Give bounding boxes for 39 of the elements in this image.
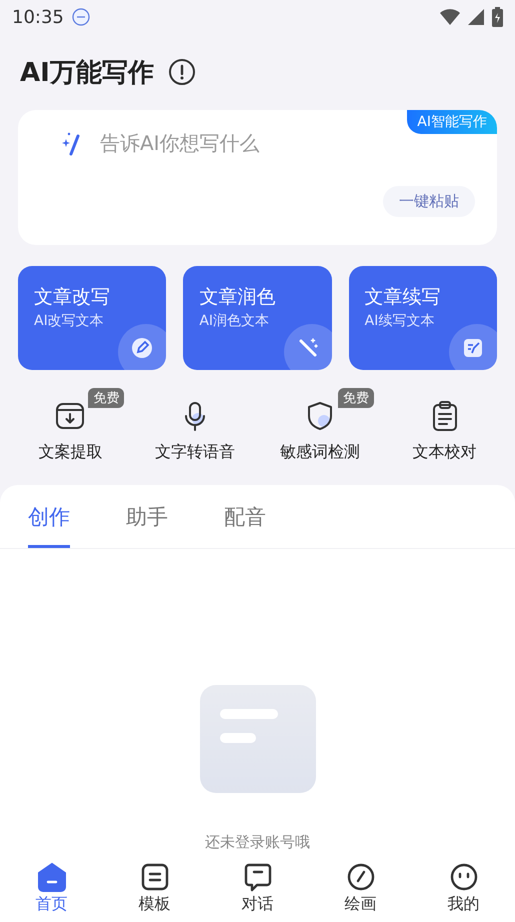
smiley-icon — [448, 862, 478, 892]
home-icon — [36, 862, 68, 892]
tool-button[interactable]: 文本校对 — [382, 392, 507, 463]
feature-card[interactable]: 文章改写 AI改写文本 — [18, 266, 166, 370]
feature-title: 文章润色 — [199, 285, 276, 310]
nav-item[interactable]: 绘画 — [309, 856, 412, 922]
wifi-icon — [440, 9, 460, 25]
feature-title: 文章续写 — [364, 285, 442, 310]
page-title: AI万能写作 — [20, 56, 154, 90]
tab[interactable]: 配音 — [224, 503, 266, 548]
app-notification-icon — [72, 8, 90, 26]
feature-title: 文章改写 — [34, 285, 111, 310]
feature-subtitle: AI续写文本 — [364, 312, 436, 330]
tool-button[interactable]: 文字转语音 — [132, 392, 258, 463]
pencil-circle-icon — [130, 336, 154, 360]
ai-writing-badge: AI智能写作 — [407, 110, 497, 134]
nav-item[interactable]: 我的 — [412, 856, 515, 922]
document-icon — [140, 862, 170, 892]
feature-card[interactable]: 文章润色 AI润色文本 — [183, 266, 332, 370]
download-box-icon — [54, 400, 86, 432]
nav-item[interactable]: 首页 — [0, 856, 103, 922]
info-icon[interactable] — [168, 58, 196, 86]
feature-card[interactable]: 文章续写 AI续写文本 — [348, 266, 497, 370]
status-time: 10:35 — [12, 6, 64, 28]
battery-icon — [492, 7, 503, 27]
empty-document-icon — [200, 685, 316, 793]
feature-subtitle: AI润色文本 — [199, 312, 270, 330]
nav-item[interactable]: 对话 — [206, 856, 309, 922]
free-badge: 免费 — [88, 388, 124, 408]
login-prompt-text: 还未登录账号哦 — [205, 833, 310, 852]
tab[interactable]: 助手 — [126, 503, 168, 548]
tab[interactable]: 创作 — [28, 503, 70, 548]
nav-item[interactable]: 模板 — [103, 856, 206, 922]
paste-button[interactable]: 一键粘贴 — [383, 186, 475, 217]
signal-icon — [468, 9, 484, 25]
free-badge: 免费 — [338, 388, 374, 408]
feature-subtitle: AI改写文本 — [34, 312, 105, 330]
brush-circle-icon — [346, 862, 376, 892]
chat-bubble-icon — [242, 862, 272, 892]
